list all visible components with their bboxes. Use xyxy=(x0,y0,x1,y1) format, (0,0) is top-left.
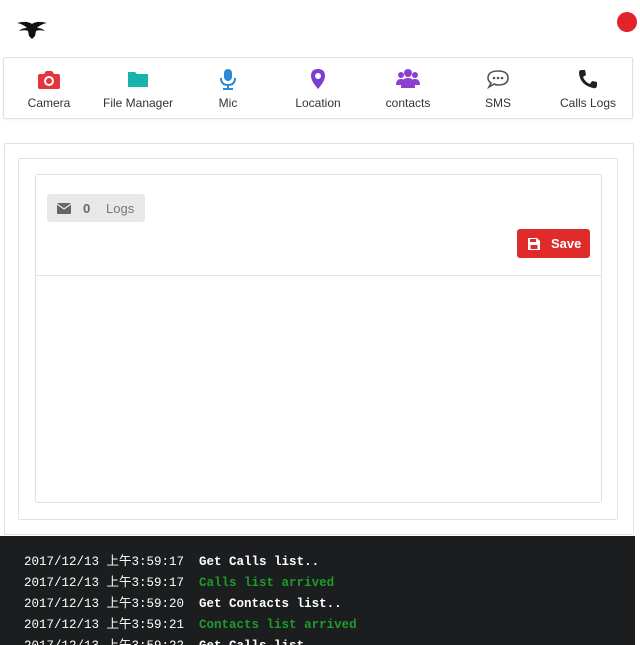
log-message: Get Contacts list.. xyxy=(199,597,342,611)
log-timestamp: 2017/12/13 上午3:59:22 xyxy=(24,639,184,645)
log-message: Contacts list arrived xyxy=(199,618,357,632)
floppy-disk-icon xyxy=(528,238,540,250)
log-timestamp: 2017/12/13 上午3:59:20 xyxy=(24,597,185,611)
logs-count-label: Logs xyxy=(106,201,135,216)
log-message: Get Calls list.. xyxy=(199,555,320,569)
camera-icon xyxy=(38,71,60,89)
eagle-logo-icon[interactable] xyxy=(16,20,48,40)
nav-item-location[interactable]: Location xyxy=(274,58,362,118)
log-message: Get Calls list.. xyxy=(199,639,319,645)
nav-item-camera[interactable]: Camera xyxy=(5,58,93,118)
save-button-label: Save xyxy=(551,236,582,251)
logs-count-value: 0 xyxy=(83,201,91,216)
log-timestamp: 2017/12/13 上午3:59:17 xyxy=(24,576,185,590)
feature-nav-bar: Camera File Manager Mic Location contact… xyxy=(3,57,633,119)
folder-icon xyxy=(128,72,148,87)
console-log-line: 2017/12/13 上午3:59:17 Calls list arrived xyxy=(24,573,334,593)
save-logs-button[interactable]: Save xyxy=(517,229,590,258)
nav-item-contacts[interactable]: contacts xyxy=(364,58,452,118)
chat-bubble-icon xyxy=(487,70,509,90)
logs-box: 0 Logs Save xyxy=(35,174,602,503)
console-log-line: 2017/12/13 上午3:59:22 Get Calls list.. xyxy=(24,636,319,645)
microphone-icon xyxy=(220,69,236,90)
log-message: Calls list arrived xyxy=(199,576,335,590)
console-log-line: 2017/12/13 上午3:59:17 Get Calls list.. xyxy=(24,552,319,572)
nav-item-calls-logs[interactable]: Calls Logs xyxy=(544,58,632,118)
nav-item-file-manager[interactable]: File Manager xyxy=(94,58,182,118)
console-log-line: 2017/12/13 上午3:59:21 Contacts list arriv… xyxy=(24,615,357,635)
status-indicator-dot xyxy=(617,12,637,32)
top-bar xyxy=(0,0,640,56)
console-log-line: 2017/12/13 上午3:59:20 Get Contacts list.. xyxy=(24,594,342,614)
envelope-icon xyxy=(57,203,71,214)
map-marker-icon xyxy=(311,69,325,89)
phone-icon xyxy=(579,70,597,89)
logs-count-badge: 0 Logs xyxy=(47,194,145,222)
logs-divider xyxy=(36,275,601,276)
nav-label-calls-logs: Calls Logs xyxy=(559,96,617,110)
nav-item-sms[interactable]: SMS xyxy=(454,58,542,118)
log-timestamp: 2017/12/13 上午3:59:17 xyxy=(24,555,185,569)
users-icon xyxy=(396,69,420,88)
log-timestamp: 2017/12/13 上午3:59:21 xyxy=(24,618,185,632)
nav-item-mic[interactable]: Mic xyxy=(184,58,272,118)
console-log-panel: 2017/12/13 上午3:59:17 Get Calls list.. 201… xyxy=(0,536,635,645)
